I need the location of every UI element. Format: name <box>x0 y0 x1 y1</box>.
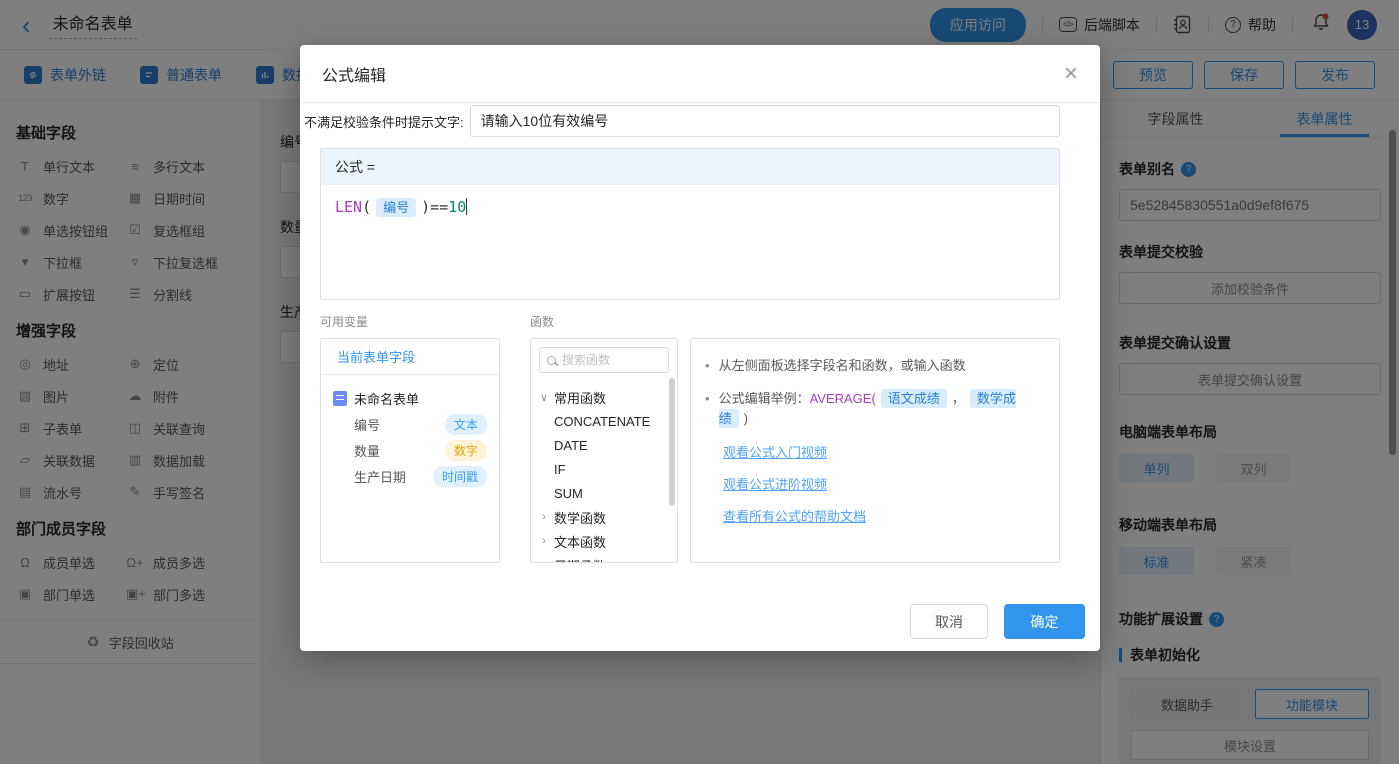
form-doc-icon <box>333 391 347 406</box>
variables-tree: 未命名表单 编号 文本 数量 数字 生产日期 时间戳 <box>321 375 499 489</box>
formula-number-token: 10 <box>448 198 466 216</box>
variable-row-number-id[interactable]: 编号 文本 <box>333 411 491 437</box>
variable-name: 数量 <box>354 441 380 460</box>
variables-panel: 当前表单字段 未命名表单 编号 文本 数量 数字 生产日期 时间戳 <box>320 338 500 563</box>
help-example-suffix: ) <box>744 411 748 426</box>
variable-name: 编号 <box>354 415 380 434</box>
tab-current-form-fields[interactable]: 当前表单字段 <box>321 339 499 375</box>
variables-panel-label: 可用变量 <box>320 313 368 330</box>
confirm-button[interactable]: 确定 <box>1004 604 1085 639</box>
validation-hint-input[interactable] <box>470 105 1060 137</box>
chevron-right-icon: › <box>539 535 549 547</box>
link-formula-advanced-video[interactable]: 观看公式进阶视频 <box>723 474 1045 493</box>
formula-prefix: 公式 = <box>321 149 1059 185</box>
formula-function-token: LEN <box>335 198 362 216</box>
function-group-label: 常用函数 <box>554 388 606 407</box>
help-bullet-1: • 从左侧面板选择字段名和函数，或输入函数 <box>705 356 1045 376</box>
validation-hint-label: 不满足校验条件时提示文字: <box>304 112 464 131</box>
text-cursor <box>466 198 467 215</box>
variables-form-node[interactable]: 未命名表单 <box>333 385 491 411</box>
help-example-prefix: 公式编辑举例： <box>719 391 810 406</box>
chevron-right-icon: › <box>539 511 549 523</box>
function-group-label: 日期函数 <box>554 556 606 564</box>
formula-help-panel: • 从左侧面板选择字段名和函数，或输入函数 • 公式编辑举例：AVERAGE( 语… <box>690 338 1060 563</box>
variable-row-production-date[interactable]: 生产日期 时间戳 <box>333 463 491 489</box>
search-icon <box>547 356 556 365</box>
bullet-icon: • <box>705 389 710 429</box>
help-example-chip: 语文成绩 <box>881 389 947 408</box>
function-search-input[interactable] <box>562 353 661 367</box>
variable-type-badge: 数字 <box>445 440 487 461</box>
formula-edit-dialog: 公式编辑 × 不满足校验条件时提示文字: 公式 = LEN(编号)==10 可用… <box>300 45 1100 651</box>
function-group-common[interactable]: ∨ 常用函数 <box>539 385 677 409</box>
function-item-sum[interactable]: SUM <box>539 481 677 505</box>
function-group-label: 文本函数 <box>554 532 606 551</box>
help-example-function: AVERAGE( <box>810 391 876 406</box>
function-item-concatenate[interactable]: CONCATENATE <box>539 409 677 433</box>
variables-form-name: 未命名表单 <box>354 389 419 408</box>
cancel-button[interactable]: 取消 <box>910 604 988 639</box>
dialog-title: 公式编辑 <box>322 62 386 86</box>
help-text: 从左侧面板选择字段名和函数，或输入函数 <box>719 356 966 376</box>
formula-paren: ( <box>362 198 371 216</box>
bullet-icon: • <box>705 356 710 376</box>
functions-panel-label: 函数 <box>530 313 554 330</box>
functions-tree: ∨ 常用函数 CONCATENATE DATE IF SUM › 数学函数 › … <box>531 381 677 563</box>
dialog-header: 公式编辑 × <box>300 45 1100 103</box>
formula-editor: 公式 = LEN( 编号)==10 <box>320 148 1060 300</box>
dialog-footer: 取消 确定 <box>910 604 1085 639</box>
function-group-label: 数学函数 <box>554 508 606 527</box>
function-group-text[interactable]: › 文本函数 <box>539 529 677 553</box>
function-search-box[interactable] <box>539 347 669 373</box>
formula-field-chip[interactable]: 编号 <box>376 198 416 217</box>
chevron-down-icon: ∨ <box>539 391 549 404</box>
variable-type-badge: 文本 <box>445 414 487 435</box>
functions-panel: ∨ 常用函数 CONCATENATE DATE IF SUM › 数学函数 › … <box>530 338 678 563</box>
formula-input-area[interactable]: LEN( 编号)==10 <box>321 185 1059 300</box>
function-group-math[interactable]: › 数学函数 <box>539 505 677 529</box>
formula-paren: ) <box>421 198 430 216</box>
link-formula-help-docs[interactable]: 查看所有公式的帮助文档 <box>723 506 1045 525</box>
help-bullet-2: • 公式编辑举例：AVERAGE(语文成绩，数学成绩) <box>705 389 1045 429</box>
functions-scrollbar[interactable] <box>669 378 675 506</box>
close-icon[interactable]: × <box>1064 62 1078 86</box>
function-item-date[interactable]: DATE <box>539 433 677 457</box>
help-example: 公式编辑举例：AVERAGE(语文成绩，数学成绩) <box>719 389 1045 429</box>
formula-operator: == <box>430 198 448 216</box>
variable-row-quantity[interactable]: 数量 数字 <box>333 437 491 463</box>
variable-type-badge: 时间戳 <box>433 466 487 487</box>
function-item-if[interactable]: IF <box>539 457 677 481</box>
chevron-right-icon: › <box>539 559 549 563</box>
help-example-comma: ， <box>952 391 965 406</box>
link-formula-intro-video[interactable]: 观看公式入门视频 <box>723 442 1045 461</box>
validation-hint-row: 不满足校验条件时提示文字: <box>304 105 1060 137</box>
function-group-date[interactable]: › 日期函数 <box>539 553 677 563</box>
variable-name: 生产日期 <box>354 467 406 486</box>
